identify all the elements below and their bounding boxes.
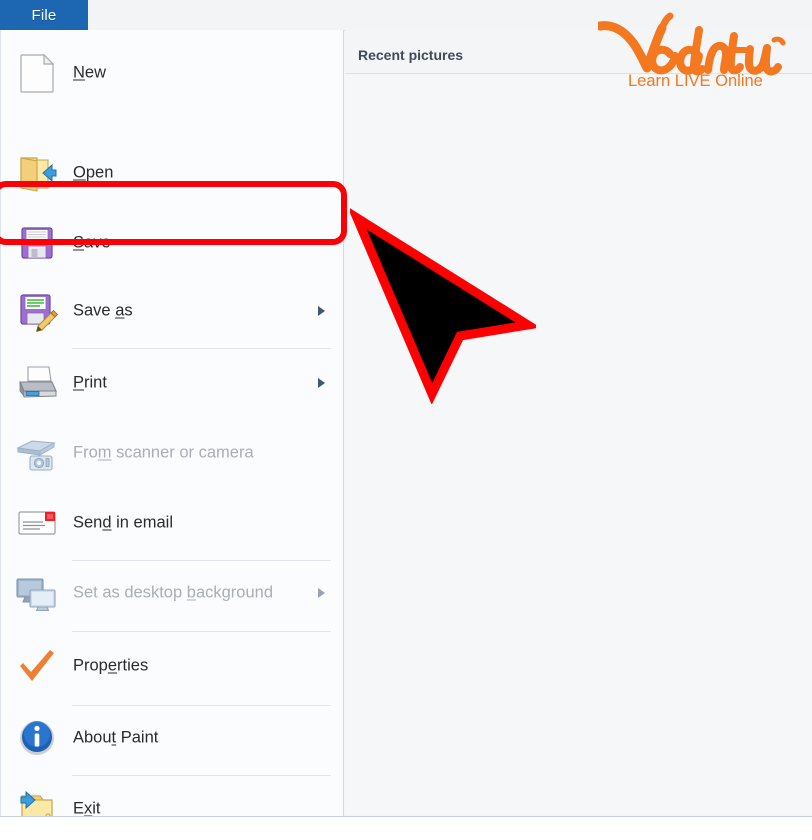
menu-item-send-in-email[interactable]: Send in email	[1, 493, 344, 553]
floppy-disk-pencil-icon	[14, 288, 60, 334]
submenu-arrow-icon	[318, 306, 325, 316]
envelope-icon	[14, 500, 60, 546]
menu-item-from-scanner-or-camera-label: From scanner or camera	[73, 443, 254, 462]
menu-item-save-as[interactable]: Save as	[1, 281, 344, 341]
menu-item-open-label: Open	[73, 163, 114, 182]
menu-item-new[interactable]: New	[1, 42, 344, 104]
recent-pictures-title: Recent pictures	[358, 47, 464, 63]
menu-item-set-as-desktop-background: Set as desktop background	[1, 563, 344, 623]
recent-pictures-pane: Recent pictures	[345, 30, 812, 816]
new-document-icon	[14, 50, 60, 96]
printer-icon	[14, 360, 60, 406]
backstage-view: New Open Save Save as Print From scanner…	[0, 30, 812, 826]
open-folder-icon	[14, 150, 60, 196]
menu-item-print-label: Print	[73, 373, 107, 392]
recent-pictures-header: Recent pictures	[345, 40, 812, 74]
menu-separator	[72, 775, 331, 776]
submenu-arrow-icon	[318, 378, 325, 388]
menu-separator	[72, 348, 331, 349]
menu-item-save-as-label: Save as	[73, 301, 133, 320]
menu-item-properties[interactable]: Properties	[1, 635, 344, 697]
menu-item-from-scanner-or-camera: From scanner or camera	[1, 423, 344, 483]
monitors-icon	[14, 570, 60, 616]
tab-file[interactable]: File	[0, 0, 88, 30]
ribbon-tabstrip: File	[0, 0, 812, 31]
info-circle-icon	[14, 715, 60, 761]
orange-check-icon	[14, 643, 60, 689]
menu-separator	[72, 705, 331, 706]
file-menu-pane: New Open Save Save as Print From scanner…	[0, 30, 344, 826]
submenu-arrow-icon	[318, 588, 325, 598]
menu-item-about-paint-label: About Paint	[73, 728, 159, 747]
menu-item-new-label: New	[73, 63, 107, 82]
menu-item-send-in-email-label: Send in email	[73, 513, 173, 532]
menu-item-about-paint[interactable]: About Paint	[1, 708, 344, 768]
scanner-camera-icon	[14, 430, 60, 476]
menu-separator	[72, 631, 331, 632]
menu-item-set-as-desktop-background-label: Set as desktop background	[73, 583, 273, 602]
menu-item-properties-label: Properties	[73, 656, 149, 675]
menu-item-save[interactable]: Save	[1, 213, 344, 273]
recent-pictures-list[interactable]	[345, 75, 812, 815]
paint-file-backstage: File New Open Save Save as Print From sc…	[0, 0, 812, 836]
backstage-bottom-strip	[0, 817, 812, 836]
menu-item-print[interactable]: Print	[1, 353, 344, 413]
tab-file-label: File	[31, 6, 57, 24]
menu-separator	[72, 560, 331, 561]
floppy-disk-icon	[14, 220, 60, 266]
menu-item-save-label: Save	[73, 233, 111, 252]
menu-item-open[interactable]: Open	[1, 142, 344, 204]
